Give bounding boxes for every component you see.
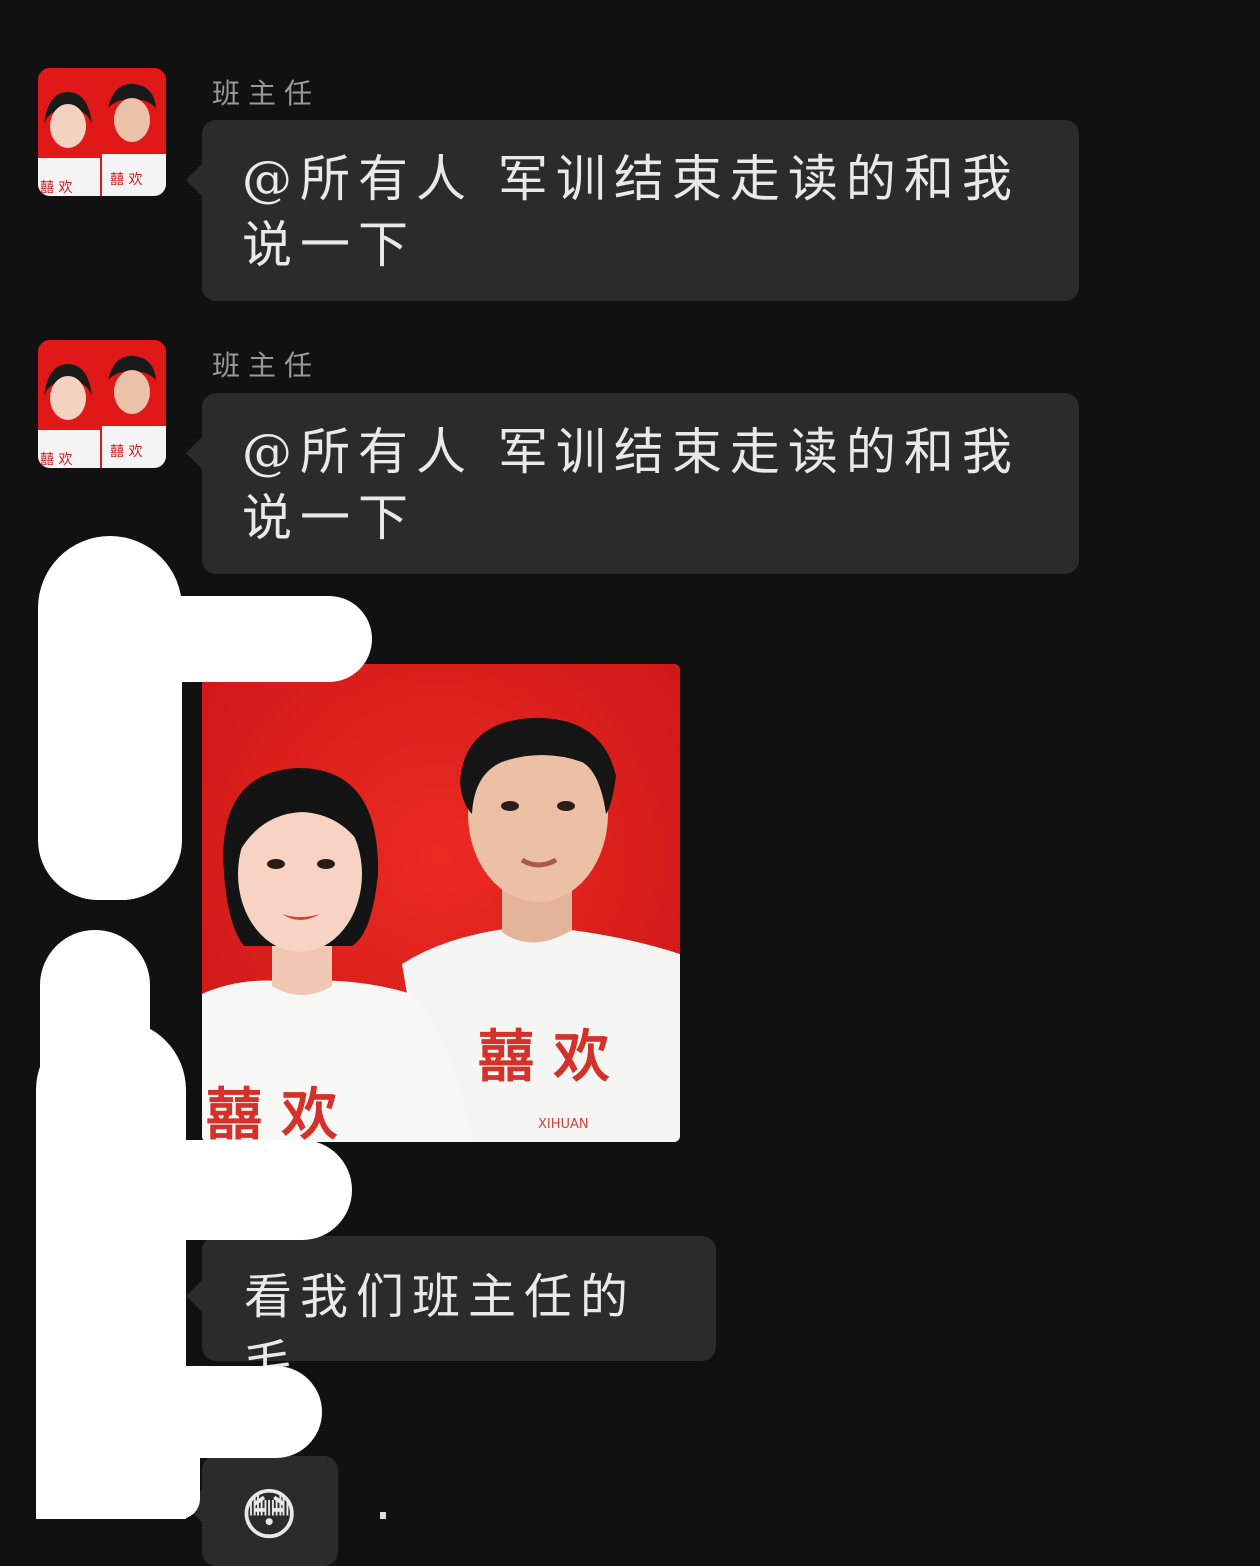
svg-text:囍 欢: 囍 欢: [40, 180, 72, 196]
message-text: @所有人 军训结束走读的和我说一下: [242, 423, 1020, 547]
sender-name: 班主任: [212, 77, 321, 110]
svg-text:囍 欢: 囍 欢: [110, 444, 142, 460]
emoji-flushed-icon: 😳: [240, 1483, 299, 1548]
message-bubble[interactable]: 看我们班主任的毛: [186, 1236, 716, 1391]
svg-text:囍 欢: 囍 欢: [40, 452, 72, 468]
avatar[interactable]: 囍 欢 囍 欢: [38, 340, 166, 468]
message-text: @所有人 军训结束走读的和我说一下: [242, 150, 1020, 274]
svg-text:囍 欢: 囍 欢: [110, 172, 142, 188]
photo-message[interactable]: 囍 欢 囍 欢 XIHUAN: [202, 664, 680, 1142]
message-bubble[interactable]: @所有人 军训结束走读的和我说一下: [186, 393, 1079, 574]
message-bubble[interactable]: @所有人 军训结束走读的和我说一下: [186, 120, 1079, 301]
shirt-print-right: 囍 欢: [478, 1025, 610, 1090]
shirt-print-left: 囍 欢: [206, 1083, 338, 1142]
sender-name: 班主任: [212, 349, 321, 382]
avatar[interactable]: 囍 欢 囍 欢: [38, 68, 166, 196]
message-bubble[interactable]: 😳: [186, 1456, 338, 1566]
shirt-caption: XIHUAN: [538, 1117, 589, 1132]
partial-indicator: [380, 1512, 386, 1519]
